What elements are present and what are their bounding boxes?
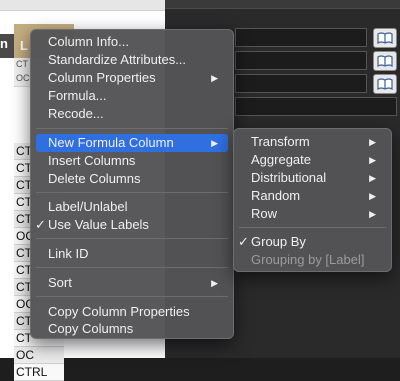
column-header-selected-label: L: [20, 38, 28, 53]
menu-item-label: Copy Columns: [48, 321, 134, 336]
submenu-arrow-icon: ▶: [211, 73, 218, 83]
menu-separator: [239, 227, 386, 228]
menu-item-label: Recode...: [48, 106, 104, 121]
menu-item-label: Distributional: [251, 170, 327, 185]
menu-separator: [36, 267, 228, 268]
table-cell[interactable]: CTRL: [14, 364, 64, 381]
text-field[interactable]: [235, 97, 397, 116]
column-context-menu: Column Info... Standardize Attributes...…: [30, 29, 234, 339]
menu-item-label: Transform: [251, 134, 310, 149]
menu-item-label: Use Value Labels: [48, 217, 149, 232]
submenu-item-random[interactable]: Random ▶: [239, 187, 386, 205]
submenu-item-row[interactable]: Row ▶: [239, 205, 386, 223]
menu-item-use-value-labels[interactable]: ✓ Use Value Labels: [35, 216, 228, 234]
menu-item-new-formula-column[interactable]: New Formula Column ▶: [36, 134, 228, 152]
submenu-item-group-by[interactable]: ✓ Group By: [238, 233, 386, 251]
menu-item-label: Label/Unlabel: [48, 199, 128, 214]
menu-item-label: Grouping by [Label]: [251, 252, 365, 267]
book-icon: [377, 32, 393, 44]
menu-item-link-id[interactable]: Link ID: [36, 245, 228, 263]
menu-item-insert-columns[interactable]: Insert Columns: [36, 152, 228, 170]
submenu-arrow-icon: ▶: [369, 155, 376, 165]
submenu-arrow-icon: ▶: [211, 138, 218, 148]
menu-separator: [36, 296, 228, 297]
submenu-item-distributional[interactable]: Distributional ▶: [239, 169, 386, 187]
submenu-item-grouping-by-label: Grouping by [Label]: [239, 251, 386, 269]
menu-item-copy-columns[interactable]: Copy Columns: [36, 320, 228, 338]
side-panel-top-strip: [165, 0, 400, 9]
table-toolbar-strip: [0, 0, 165, 11]
text-field[interactable]: [235, 74, 367, 93]
menu-item-recode[interactable]: Recode...: [36, 105, 228, 123]
menu-item-label: Delete Columns: [48, 171, 141, 186]
menu-item-label: Standardize Attributes...: [48, 52, 187, 67]
text-field[interactable]: [235, 28, 367, 47]
menu-item-label: Formula...: [48, 88, 107, 103]
menu-item-label: Column Properties: [48, 70, 156, 85]
menu-item-delete-columns[interactable]: Delete Columns: [36, 170, 228, 188]
menu-item-label: Aggregate: [251, 152, 311, 167]
submenu-arrow-icon: ▶: [369, 173, 376, 183]
submenu-arrow-icon: ▶: [369, 137, 376, 147]
menu-item-label: Random: [251, 188, 301, 203]
text-field[interactable]: [235, 51, 367, 70]
menu-item-label: Sort: [48, 275, 72, 290]
submenu-item-transform[interactable]: Transform ▶: [239, 133, 386, 151]
column-summary-text: OC: [16, 73, 30, 83]
menu-separator: [36, 128, 228, 129]
checkmark-icon: ✓: [35, 217, 46, 232]
book-button[interactable]: [373, 51, 397, 71]
book-icon: [377, 78, 393, 90]
menu-item-label: Group By: [251, 234, 306, 249]
menu-item-label: Link ID: [48, 246, 89, 261]
checkmark-icon: ✓: [238, 234, 249, 249]
submenu-arrow-icon: ▶: [369, 209, 376, 219]
column-summary-text: CT: [16, 59, 28, 69]
menu-item-formula[interactable]: Formula...: [36, 87, 228, 105]
menu-item-column-properties[interactable]: Column Properties ▶: [36, 69, 228, 87]
menu-separator: [36, 192, 228, 193]
menu-item-label: Column Info...: [48, 34, 129, 49]
menu-item-label: Insert Columns: [48, 153, 136, 168]
menu-item-sort[interactable]: Sort ▶: [36, 274, 228, 292]
menu-item-standardize-attributes[interactable]: Standardize Attributes...: [36, 51, 228, 69]
menu-item-copy-column-properties[interactable]: Copy Column Properties: [36, 303, 228, 321]
book-button[interactable]: [373, 74, 397, 94]
menu-item-label: New Formula Column: [48, 135, 174, 150]
new-formula-column-submenu: Transform ▶ Aggregate ▶ Distributional ▶…: [233, 128, 392, 272]
book-button[interactable]: [373, 28, 397, 48]
submenu-item-aggregate[interactable]: Aggregate ▶: [239, 151, 386, 169]
menu-item-label: Row: [251, 206, 278, 221]
menu-item-column-info[interactable]: Column Info...: [36, 33, 228, 51]
menu-separator: [36, 238, 228, 239]
menu-item-label: Copy Column Properties: [48, 304, 190, 319]
book-icon: [377, 55, 393, 67]
submenu-arrow-icon: ▶: [369, 191, 376, 201]
submenu-arrow-icon: ▶: [211, 278, 218, 288]
menu-item-label-unlabel[interactable]: Label/Unlabel: [36, 198, 228, 216]
column-header-left-label: n: [0, 36, 8, 51]
table-cell[interactable]: OC: [14, 347, 64, 364]
